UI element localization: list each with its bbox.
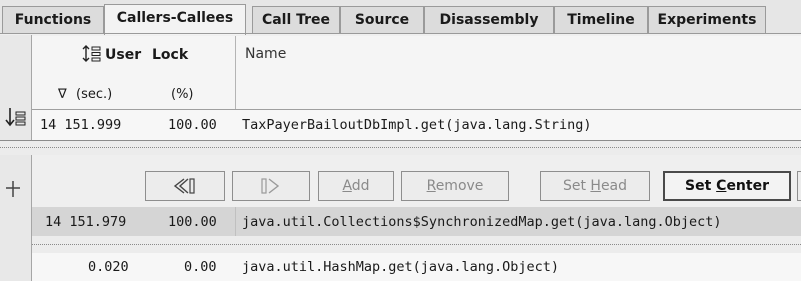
tab-timeline[interactable]: Timeline (554, 6, 648, 34)
center-function-name: java.util.Collections$SynchronizedMap.ge… (242, 214, 722, 230)
splitter-dots (0, 147, 801, 148)
metrics-header (32, 36, 801, 110)
metric-title-user[interactable]: User (105, 47, 141, 63)
name-column-header[interactable]: Name (245, 46, 286, 62)
row-divider (235, 207, 236, 236)
unit-seconds: (sec.) (76, 87, 113, 102)
tab-source[interactable]: Source (340, 6, 424, 34)
callee-percent: 0.00 (184, 259, 217, 275)
add-button[interactable]: Add (318, 171, 394, 201)
center-function-row[interactable]: 14 151.979 100.00 java.util.Collections$… (32, 207, 801, 236)
sort-direction-icon[interactable] (4, 106, 28, 132)
tab-experiments[interactable]: Experiments (648, 6, 766, 34)
set-head-button[interactable]: Set Head (540, 171, 650, 201)
tab-functions[interactable]: Functions (2, 6, 104, 34)
toolbar-overflow-button[interactable] (797, 171, 801, 201)
metric-title-lock[interactable]: Lock (152, 47, 188, 63)
remove-button[interactable]: Remove (401, 171, 509, 201)
metric-chooser-icon[interactable] (82, 44, 102, 64)
tab-disassembly[interactable]: Disassembly (424, 6, 554, 34)
callee-row[interactable]: 0.020 0.00 java.util.HashMap.get(java.la… (32, 253, 801, 281)
selected-function-time: 14 151.999 (40, 117, 122, 133)
center-function-percent: 100.00 (168, 214, 217, 230)
left-gutter-bottom (0, 155, 32, 281)
callee-name: java.util.HashMap.get(java.lang.Object) (242, 259, 559, 275)
selected-function-row[interactable]: 14 151.999 100.00 TaxPayerBailoutDbImpl.… (32, 110, 801, 140)
pin-icon (5, 180, 21, 198)
tab-callers-callees[interactable]: Callers-Callees (104, 4, 246, 35)
selected-function-percent: 100.00 (168, 117, 217, 133)
splitter[interactable] (0, 141, 801, 155)
center-function-time: 14 151.979 (45, 214, 127, 230)
tab-underline (0, 33, 801, 34)
tab-strip: Functions Callers-Callees Call Tree Sour… (0, 0, 801, 35)
tab-call-tree[interactable]: Call Tree (252, 6, 340, 34)
unit-percent: (%) (171, 87, 194, 102)
set-center-button[interactable]: Set Center (663, 171, 791, 201)
back-button[interactable] (145, 171, 225, 201)
selected-function-name: TaxPayerBailoutDbImpl.get(java.lang.Stri… (242, 117, 592, 133)
forward-button[interactable] (232, 171, 310, 201)
callee-time: 0.020 (88, 259, 129, 275)
callee-splitter-dots (32, 244, 801, 245)
sort-indicator: ∇ (58, 87, 67, 102)
